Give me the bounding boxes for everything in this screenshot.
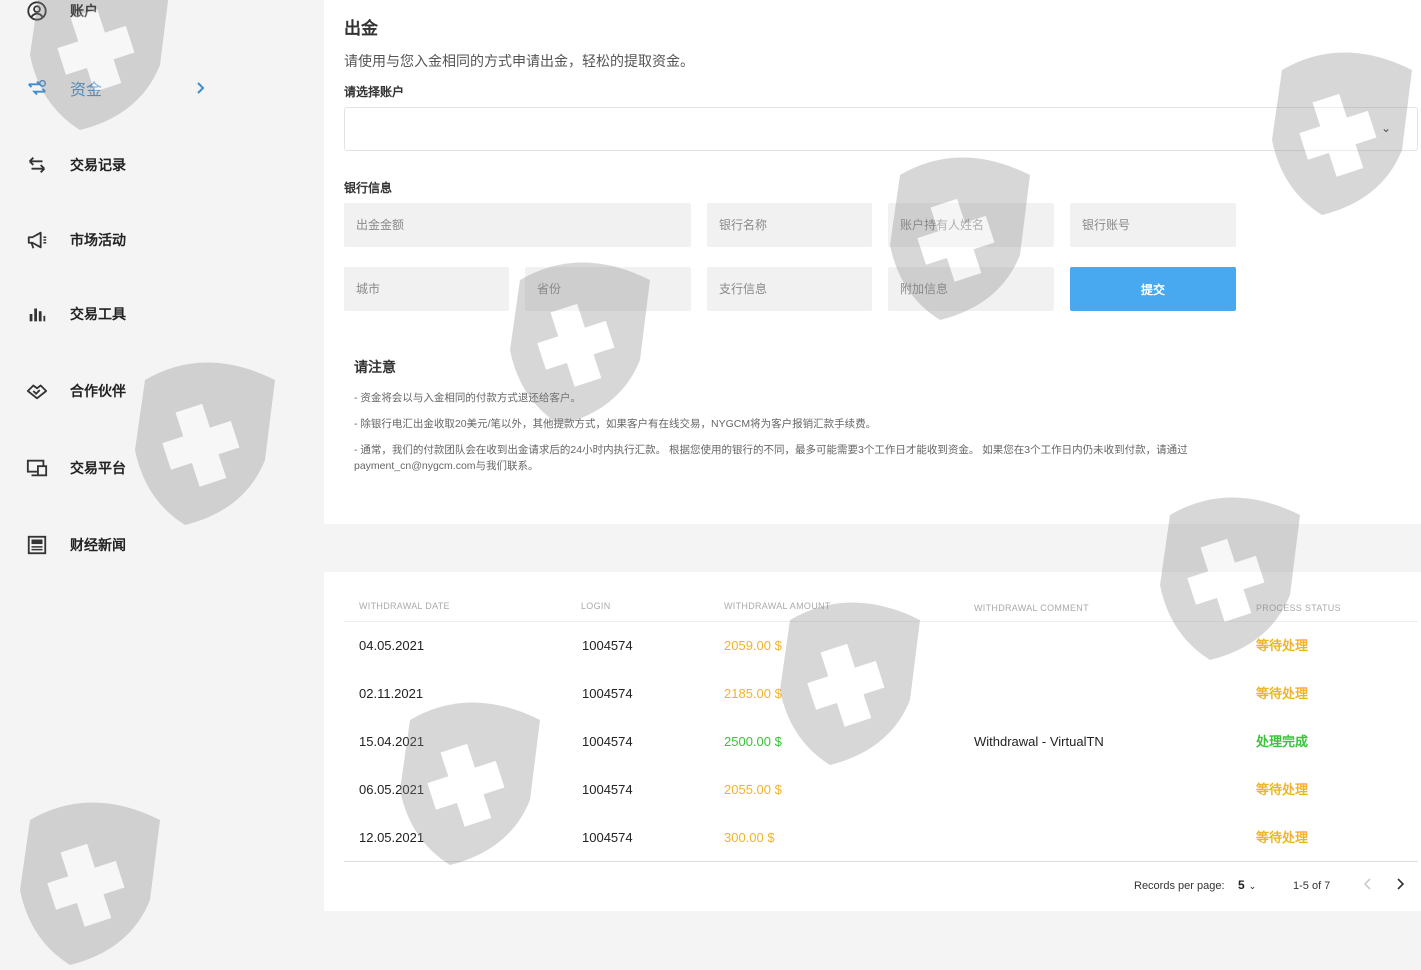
column-header-status[interactable]: PROCESS STATUS bbox=[1256, 603, 1341, 613]
page-subtitle: 请使用与您入金相同的方式申请出金，轻松的提取资金。 bbox=[344, 53, 694, 69]
sidebar-item-account[interactable]: 账户 bbox=[24, 0, 98, 26]
notice-line: - 通常，我们的付款团队会在收到出金请求后的24小时内执行汇款。 根据您使用的银… bbox=[354, 444, 1188, 472]
city-input[interactable] bbox=[344, 267, 509, 311]
branch-input[interactable] bbox=[707, 267, 872, 311]
chart-bars-icon bbox=[24, 301, 50, 327]
cell-login: 1004574 bbox=[582, 686, 633, 701]
withdraw-card: 出金 请使用与您入金相同的方式申请出金，轻松的提取资金。 请选择账户 ⌄ 银行信… bbox=[324, 0, 1421, 524]
cell-amount: 2185.00 $ bbox=[724, 686, 782, 701]
status-badge: 等待处理 bbox=[1256, 686, 1309, 701]
sidebar-item-funds[interactable]: 资金 bbox=[24, 73, 102, 103]
cell-amount: 300.00 $ bbox=[724, 830, 775, 845]
province-input[interactable] bbox=[525, 267, 691, 311]
chevron-down-icon: ⌄ bbox=[1248, 881, 1257, 891]
status-badge: 等待处理 bbox=[1256, 638, 1309, 653]
sidebar-item-trade-tools[interactable]: 交易工具 bbox=[24, 299, 126, 329]
cell-comment: Withdrawal - VirtualTN bbox=[974, 734, 1104, 749]
cell-login: 1004574 bbox=[582, 782, 633, 797]
status-badge: 等待处理 bbox=[1256, 830, 1309, 845]
handshake-icon bbox=[24, 378, 50, 404]
table-footer-divider bbox=[344, 861, 1418, 862]
newspaper-icon bbox=[24, 532, 50, 558]
sidebar-item-label: 交易工具 bbox=[70, 306, 126, 322]
status-badge: 处理完成 bbox=[1256, 734, 1309, 749]
cell-amount: 2059.00 $ bbox=[724, 638, 782, 653]
sidebar-item-news[interactable]: 财经新闻 bbox=[24, 530, 126, 560]
desktop-platform-icon bbox=[24, 455, 50, 481]
amount-input[interactable] bbox=[344, 203, 691, 247]
column-header-comment[interactable]: WITHDRAWAL COMMENT bbox=[974, 603, 1089, 613]
table-row[interactable]: 04.05.2021 1004574 2059.00 $ 等待处理 bbox=[324, 622, 1421, 670]
bank-info-label: 银行信息 bbox=[344, 181, 393, 195]
transfer-arrows-icon bbox=[24, 152, 50, 178]
column-header-login[interactable]: LOGIN bbox=[581, 601, 611, 611]
chevron-down-icon: ⌄ bbox=[1380, 121, 1391, 135]
cell-amount: 2500.00 $ bbox=[724, 734, 782, 749]
records-per-page-select[interactable]: 5 ⌄ bbox=[1238, 878, 1256, 892]
withdrawal-history-table: WITHDRAWAL DATE LOGIN WITHDRAWAL AMOUNT … bbox=[324, 572, 1421, 911]
sidebar-item-label: 资金 bbox=[70, 82, 103, 99]
cell-login: 1004574 bbox=[582, 734, 633, 749]
records-per-page-label: Records per page: bbox=[1134, 880, 1225, 892]
cell-amount: 2055.00 $ bbox=[724, 782, 782, 797]
sidebar-item-platforms[interactable]: 交易平台 bbox=[24, 453, 126, 483]
submit-button[interactable]: 提交 bbox=[1070, 267, 1236, 311]
chevron-right-icon bbox=[197, 82, 205, 94]
account-holder-input[interactable] bbox=[888, 203, 1054, 247]
account-number-input[interactable] bbox=[1070, 203, 1236, 247]
sidebar-item-trade-history[interactable]: 交易记录 bbox=[24, 150, 126, 180]
sidebar-item-label: 合作伙伴 bbox=[70, 383, 126, 399]
sidebar-item-marketing[interactable]: 市场活动 bbox=[24, 225, 126, 255]
cell-date: 02.11.2021 bbox=[359, 686, 424, 701]
sidebar-item-partners[interactable]: 合作伙伴 bbox=[24, 376, 126, 406]
table-row[interactable]: 02.11.2021 1004574 2185.00 $ 等待处理 bbox=[324, 670, 1421, 718]
notice-line: - 除银行电汇出金收取20美元/笔以外，其他提款方式，如果客户有在线交易，NYG… bbox=[354, 418, 877, 430]
sidebar-item-label: 交易记录 bbox=[70, 157, 126, 173]
table-row[interactable]: 06.05.2021 1004574 2055.00 $ 等待处理 bbox=[324, 766, 1421, 814]
section-divider bbox=[324, 524, 1421, 572]
column-header-amount[interactable]: WITHDRAWAL AMOUNT bbox=[724, 601, 831, 611]
status-badge: 等待处理 bbox=[1256, 782, 1309, 797]
notice-title: 请注意 bbox=[354, 359, 396, 375]
cell-login: 1004574 bbox=[582, 638, 633, 653]
pagination-range: 1-5 of 7 bbox=[1293, 880, 1331, 892]
bank-name-input[interactable] bbox=[707, 203, 872, 247]
table-row[interactable]: 12.05.2021 1004574 300.00 $ 等待处理 bbox=[324, 814, 1421, 862]
account-circle-icon bbox=[24, 0, 50, 24]
account-select[interactable]: ⌄ bbox=[344, 107, 1418, 151]
notice-line: - 资金将会以与入金相同的付款方式退还给客户。 bbox=[354, 392, 581, 404]
sidebar-item-label: 市场活动 bbox=[70, 232, 126, 248]
megaphone-icon bbox=[24, 227, 50, 253]
sidebar: 账户 资金 交易记录 市场活动 交易工具 合作伙伴 交易平台 财经新闻 bbox=[0, 0, 324, 911]
sidebar-item-label: 账户 bbox=[70, 3, 98, 19]
chevron-left-icon[interactable] bbox=[1360, 874, 1376, 894]
extra-info-input[interactable] bbox=[888, 267, 1054, 311]
account-label: 请选择账户 bbox=[344, 85, 405, 99]
column-header-date[interactable]: WITHDRAWAL DATE bbox=[359, 601, 450, 611]
cell-login: 1004574 bbox=[582, 830, 633, 845]
funds-transfer-icon bbox=[24, 75, 50, 101]
table-row[interactable]: 15.04.2021 1004574 2500.00 $ Withdrawal … bbox=[324, 718, 1421, 766]
cell-date: 15.04.2021 bbox=[359, 734, 425, 749]
records-per-page-value: 5 bbox=[1238, 878, 1245, 892]
page-title: 出金 bbox=[344, 19, 378, 38]
sidebar-item-label: 交易平台 bbox=[70, 460, 126, 476]
cell-date: 06.05.2021 bbox=[359, 782, 425, 797]
cell-date: 04.05.2021 bbox=[359, 638, 425, 653]
sidebar-item-label: 财经新闻 bbox=[70, 537, 126, 553]
cell-date: 12.05.2021 bbox=[359, 830, 425, 845]
chevron-right-icon[interactable] bbox=[1392, 874, 1408, 894]
